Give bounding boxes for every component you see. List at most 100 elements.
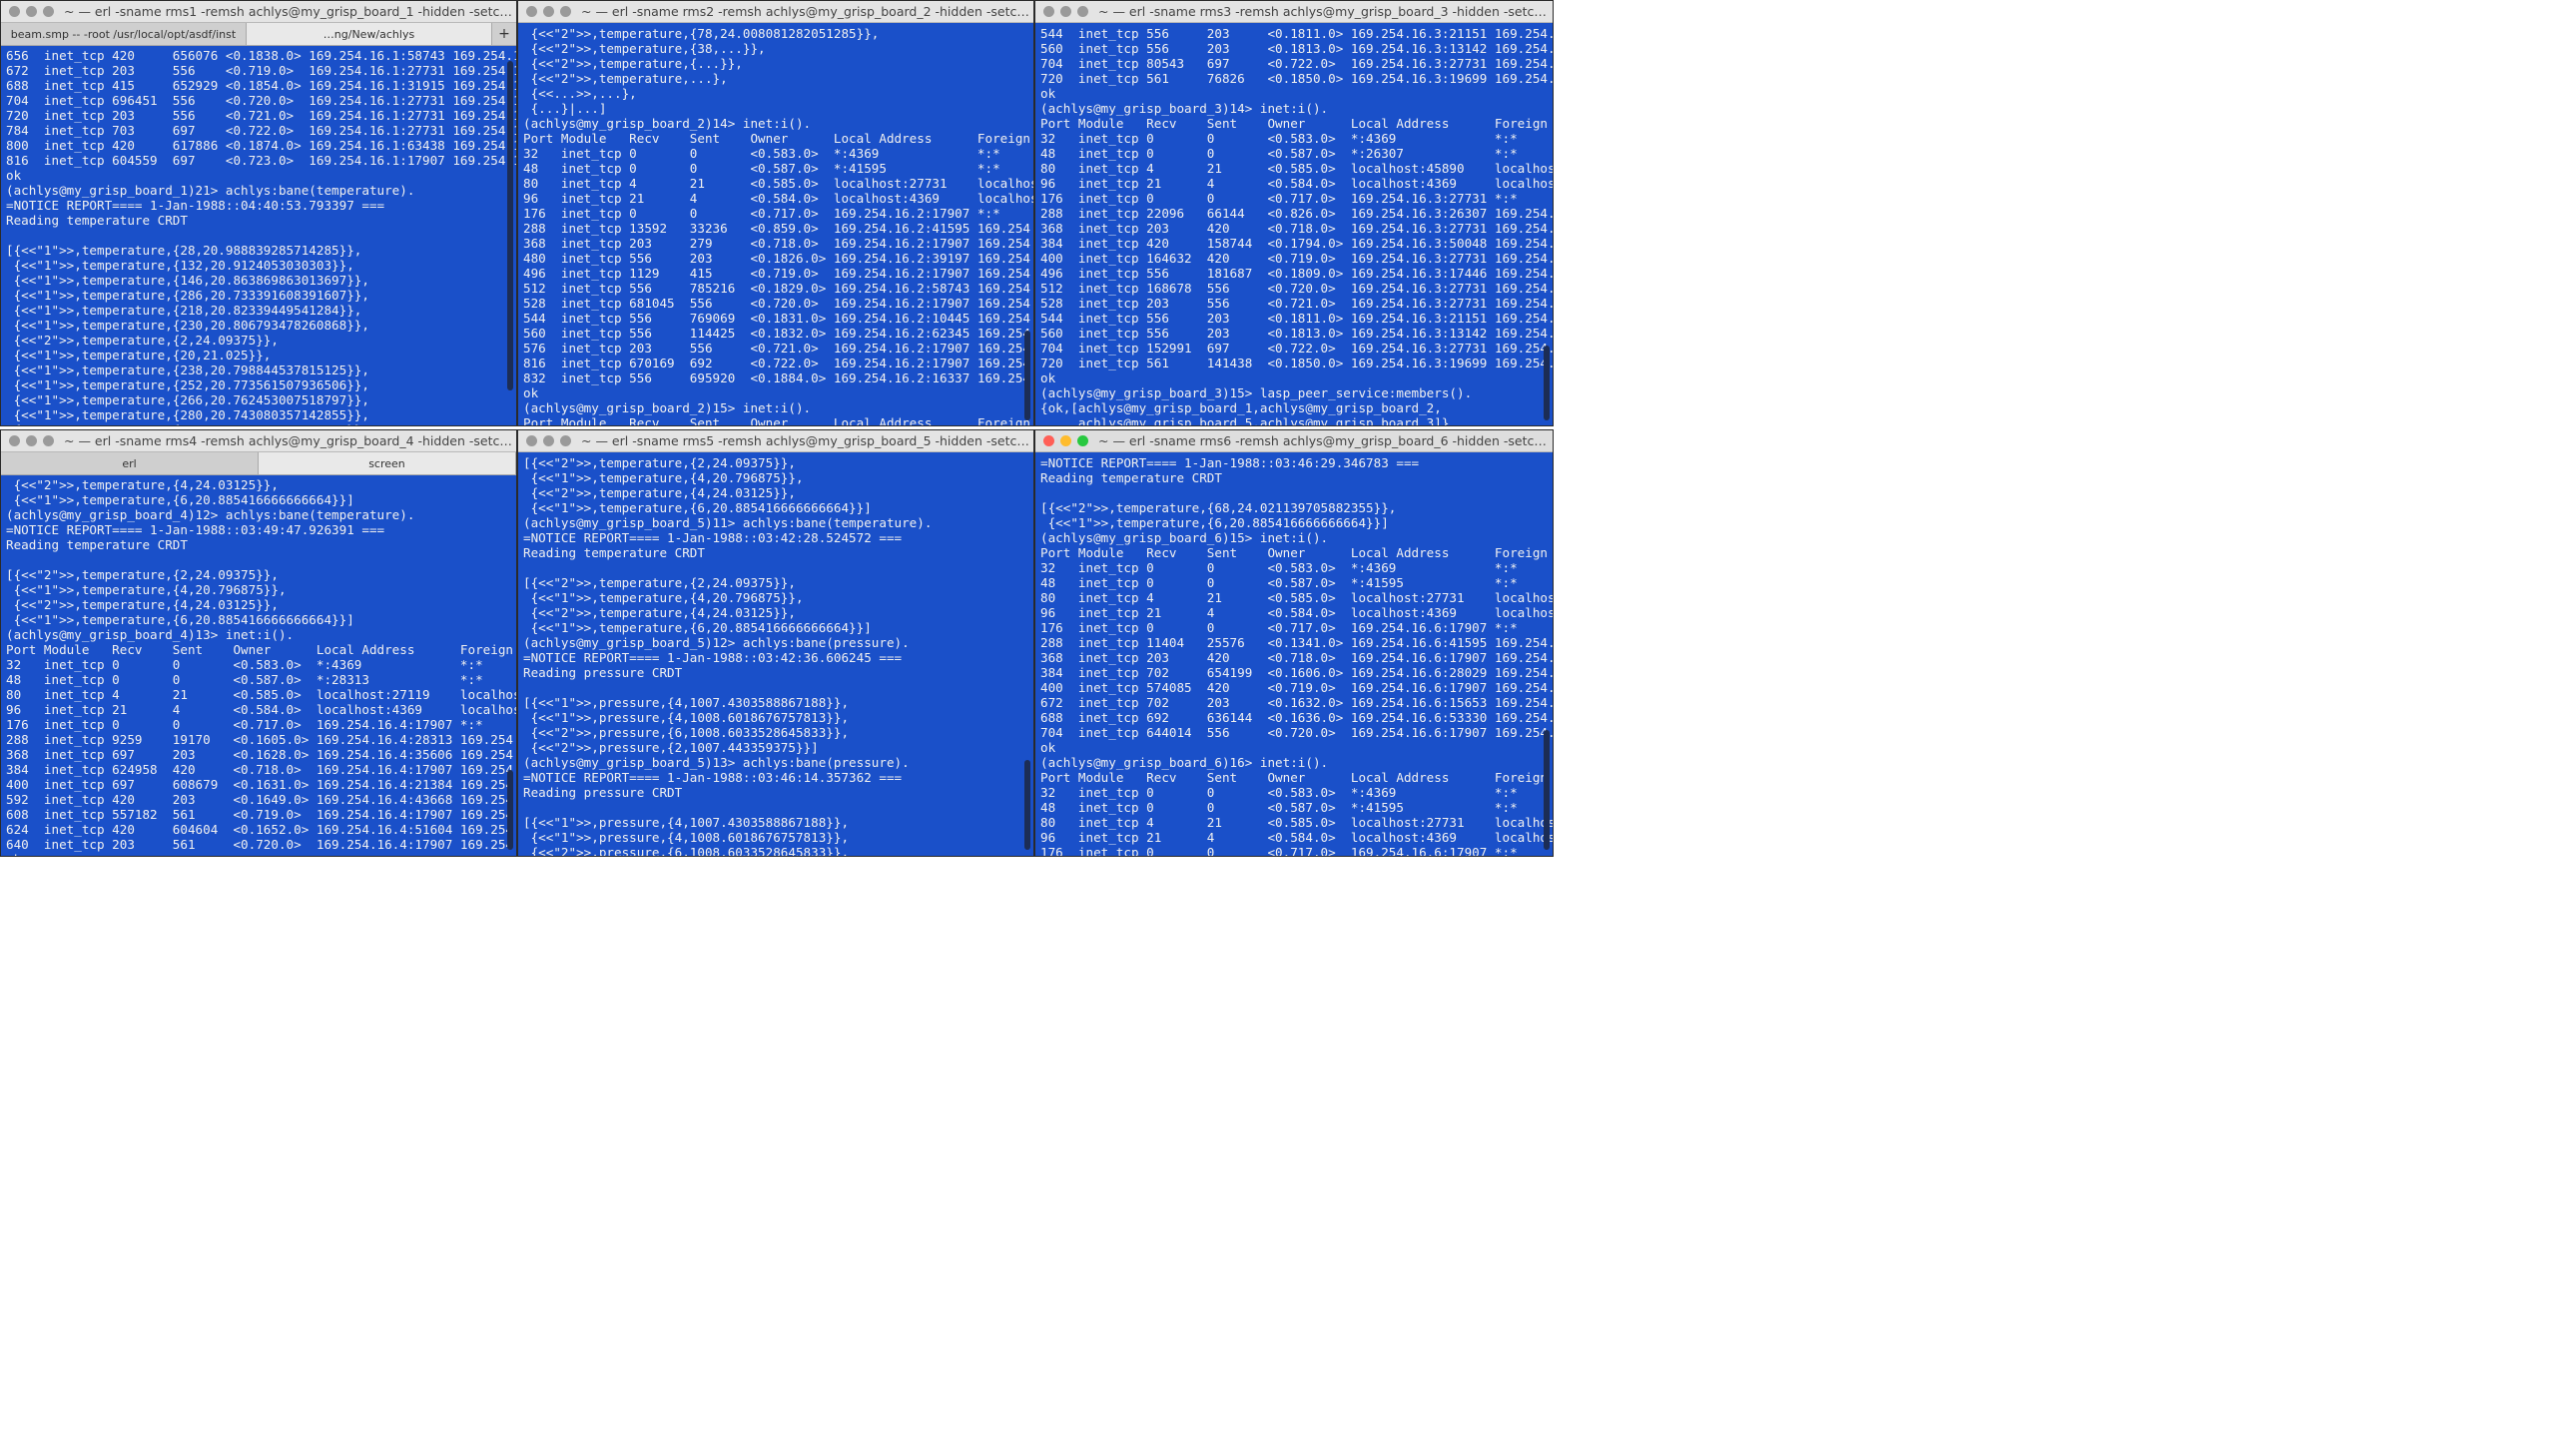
terminal-output[interactable]: =NOTICE REPORT==== 1-Jan-1988::03:46:29.…: [1035, 453, 1553, 856]
window-controls: [526, 435, 571, 446]
scrollbar-thumb[interactable]: [507, 61, 513, 390]
terminal-line: 560 inet_tcp 556 203 <0.1813.0> 169.254.…: [1040, 41, 1553, 56]
terminal-line: 816 inet_tcp 604559 697 <0.723.0> 169.25…: [6, 153, 516, 168]
terminal-output[interactable]: [{<<"2">>,temperature,{2,24.09375}}, {<<…: [518, 453, 1033, 856]
terminal-line: [{<<"1">>,pressure,{4,1007.4303588867188…: [523, 815, 850, 830]
terminal-line: 528 inet_tcp 203 556 <0.721.0> 169.254.1…: [1040, 296, 1553, 311]
zoom-icon[interactable]: [1077, 6, 1088, 17]
close-icon[interactable]: [9, 6, 20, 17]
terminal-line: 96 inet_tcp 21 4 <0.584.0> localhost:436…: [523, 191, 1033, 206]
zoom-icon[interactable]: [1077, 435, 1088, 446]
terminal-line: {<<"1">>,temperature,{20,21.025}},: [6, 348, 272, 362]
close-icon[interactable]: [526, 435, 537, 446]
window-controls: [1043, 6, 1088, 17]
terminal-line: {<<"2">>,temperature,{4,24.03125}},: [6, 477, 279, 492]
title-bar[interactable]: ~ — erl -sname rms5 -remsh achlys@my_gri…: [518, 430, 1033, 452]
terminal-line: 384 inet_tcp 420 158744 <0.1794.0> 169.2…: [1040, 236, 1553, 251]
close-icon[interactable]: [9, 435, 20, 446]
terminal-line: 176 inet_tcp 0 0 <0.717.0> 169.254.16.2:…: [523, 206, 1000, 221]
title-bar[interactable]: ~ — erl -sname rms4 -remsh achlys@my_gri…: [1, 430, 516, 452]
terminal-line: 288 inet_tcp 22096 66144 <0.826.0> 169.2…: [1040, 206, 1553, 221]
terminal-output[interactable]: 544 inet_tcp 556 203 <0.1811.0> 169.254.…: [1035, 24, 1553, 425]
window-title: ~ — erl -sname rms3 -remsh achlys@my_gri…: [1098, 4, 1553, 19]
terminal-line: 80 inet_tcp 4 21 <0.585.0> localhost:277…: [1040, 590, 1553, 605]
terminal-line: {<<"1">>,temperature,{238,20.79884453781…: [6, 362, 369, 377]
terminal-line: {<<"1">>,temperature,{218,20.82339449541…: [6, 303, 362, 318]
scrollbar-thumb[interactable]: [1544, 346, 1550, 420]
tab-erl[interactable]: erl: [1, 452, 259, 474]
terminal-line: 32 inet_tcp 0 0 <0.583.0> *:4369 *:* ACC…: [6, 657, 483, 672]
tab-beam-smp[interactable]: beam.smp -- -root /usr/local/opt/asdf/in…: [1, 23, 247, 45]
minimize-icon[interactable]: [543, 6, 554, 17]
terminal-line: ok: [6, 168, 22, 183]
terminal-line: 544 inet_tcp 556 203 <0.1811.0> 169.254.…: [1040, 26, 1553, 41]
terminal-line: 704 inet_tcp 644014 556 <0.720.0> 169.25…: [1040, 725, 1553, 740]
terminal-line: {<<"1">>,temperature,{286,20.73339160839…: [6, 288, 369, 303]
minimize-icon[interactable]: [1060, 435, 1071, 446]
terminal-window-rms3[interactable]: ~ — erl -sname rms3 -remsh achlys@my_gri…: [1034, 0, 1554, 426]
tab-bar: erl screen: [1, 452, 516, 475]
terminal-line: 96 inet_tcp 21 4 <0.584.0> localhost:436…: [1040, 830, 1553, 845]
terminal-line: (achlys@my_grisp_board_2)15> inet:i().: [523, 400, 812, 415]
terminal-line: 368 inet_tcp 203 420 <0.718.0> 169.254.1…: [1040, 650, 1553, 665]
terminal-line: {<<"1">>,temperature,{230,20.80679347826…: [6, 318, 369, 333]
zoom-icon[interactable]: [43, 6, 54, 17]
terminal-output[interactable]: {<<"2">>,temperature,{78,24.008081282051…: [518, 24, 1033, 425]
title-bar[interactable]: ~ — erl -sname rms3 -remsh achlys@my_gri…: [1035, 1, 1553, 23]
terminal-line: {<<...>>,...},: [523, 86, 637, 101]
terminal-window-rms4[interactable]: ~ — erl -sname rms4 -remsh achlys@my_gri…: [0, 429, 517, 857]
zoom-icon[interactable]: [43, 435, 54, 446]
terminal-line: 80 inet_tcp 4 21 <0.585.0> localhost:277…: [523, 176, 1033, 191]
terminal-window-rms1[interactable]: ~ — erl -sname rms1 -remsh achlys@my_gri…: [0, 0, 517, 426]
minimize-icon[interactable]: [543, 435, 554, 446]
minimize-icon[interactable]: [26, 435, 37, 446]
terminal-line: {<<"1">>,temperature,{266,20.76245300751…: [6, 392, 369, 407]
terminal-output[interactable]: {<<"2">>,temperature,{4,24.03125}}, {<<"…: [1, 475, 516, 856]
terminal-line: 784 inet_tcp 703 697 <0.722.0> 169.254.1…: [6, 123, 516, 138]
terminal-line: 48 inet_tcp 0 0 <0.587.0> *:41595 *:* AC…: [1040, 575, 1518, 590]
window-controls: [9, 6, 54, 17]
tab-new-achlys[interactable]: …ng/New/achlys: [247, 23, 492, 45]
new-tab-icon[interactable]: +: [492, 23, 516, 45]
terminal-line: 32 inet_tcp 0 0 <0.583.0> *:4369 *:* ACC…: [1040, 131, 1518, 146]
terminal-line: Port Module Recv Sent Owner Local Addres…: [1040, 545, 1548, 560]
terminal-line: 560 inet_tcp 556 203 <0.1813.0> 169.254.…: [1040, 326, 1553, 341]
title-bar[interactable]: ~ — erl -sname rms2 -remsh achlys@my_gri…: [518, 1, 1033, 23]
window-title: ~ — erl -sname rms4 -remsh achlys@my_gri…: [64, 433, 516, 448]
terminal-line: 400 inet_tcp 574085 420 <0.719.0> 169.25…: [1040, 680, 1553, 695]
minimize-icon[interactable]: [1060, 6, 1071, 17]
terminal-window-rms6[interactable]: ~ — erl -sname rms6 -remsh achlys@my_gri…: [1034, 429, 1554, 857]
terminal-output[interactable]: 656 inet_tcp 420 656076 <0.1838.0> 169.2…: [1, 46, 516, 425]
terminal-line: 720 inet_tcp 561 76826 <0.1850.0> 169.25…: [1040, 71, 1553, 86]
terminal-line: 816 inet_tcp 670169 692 <0.722.0> 169.25…: [523, 356, 1033, 370]
terminal-line: 368 inet_tcp 697 203 <0.1628.0> 169.254.…: [6, 747, 516, 762]
terminal-line: [{<<"1">>,pressure,{4,1007.4303588867188…: [523, 695, 850, 710]
terminal-line: (achlys@my_grisp_board_4)13> inet:i().: [6, 627, 295, 642]
terminal-line: {<<"1">>,temperature,{4,20.796875}},: [523, 590, 804, 605]
close-icon[interactable]: [526, 6, 537, 17]
zoom-icon[interactable]: [560, 435, 571, 446]
terminal-line: 176 inet_tcp 0 0 <0.717.0> 169.254.16.4:…: [6, 717, 483, 732]
terminal-line: {<<"2">>,temperature,{2,24.09375}},: [6, 333, 279, 348]
terminal-line: 80 inet_tcp 4 21 <0.585.0> localhost:277…: [1040, 815, 1553, 830]
tab-screen[interactable]: screen: [259, 452, 516, 474]
close-icon[interactable]: [1043, 435, 1054, 446]
terminal-line: 32 inet_tcp 0 0 <0.583.0> *:4369 *:* ACC…: [1040, 785, 1518, 800]
scrollbar-thumb[interactable]: [1024, 331, 1030, 420]
zoom-icon[interactable]: [560, 6, 571, 17]
terminal-line: {<<"2">>,temperature,{4,24.03125}},: [523, 485, 796, 500]
terminal-line: (achlys@my_grisp_board_5)11> achlys:bane…: [523, 515, 933, 530]
terminal-line: {<<"1">>,temperature,{6,20.8854166666666…: [1040, 515, 1389, 530]
terminal-window-rms5[interactable]: ~ — erl -sname rms5 -remsh achlys@my_gri…: [517, 429, 1034, 857]
terminal-line: {<<"2">>,temperature,{78,24.008081282051…: [523, 26, 880, 41]
title-bar[interactable]: ~ — erl -sname rms1 -remsh achlys@my_gri…: [1, 1, 516, 23]
title-bar[interactable]: ~ — erl -sname rms6 -remsh achlys@my_gri…: [1035, 430, 1553, 452]
close-icon[interactable]: [1043, 6, 1054, 17]
terminal-window-rms2[interactable]: ~ — erl -sname rms2 -remsh achlys@my_gri…: [517, 0, 1034, 426]
minimize-icon[interactable]: [26, 6, 37, 17]
terminal-line: 512 inet_tcp 556 785216 <0.1829.0> 169.2…: [523, 281, 1033, 296]
scrollbar-thumb[interactable]: [1544, 730, 1550, 850]
scrollbar-thumb[interactable]: [507, 770, 513, 850]
scrollbar-thumb[interactable]: [1024, 760, 1030, 850]
